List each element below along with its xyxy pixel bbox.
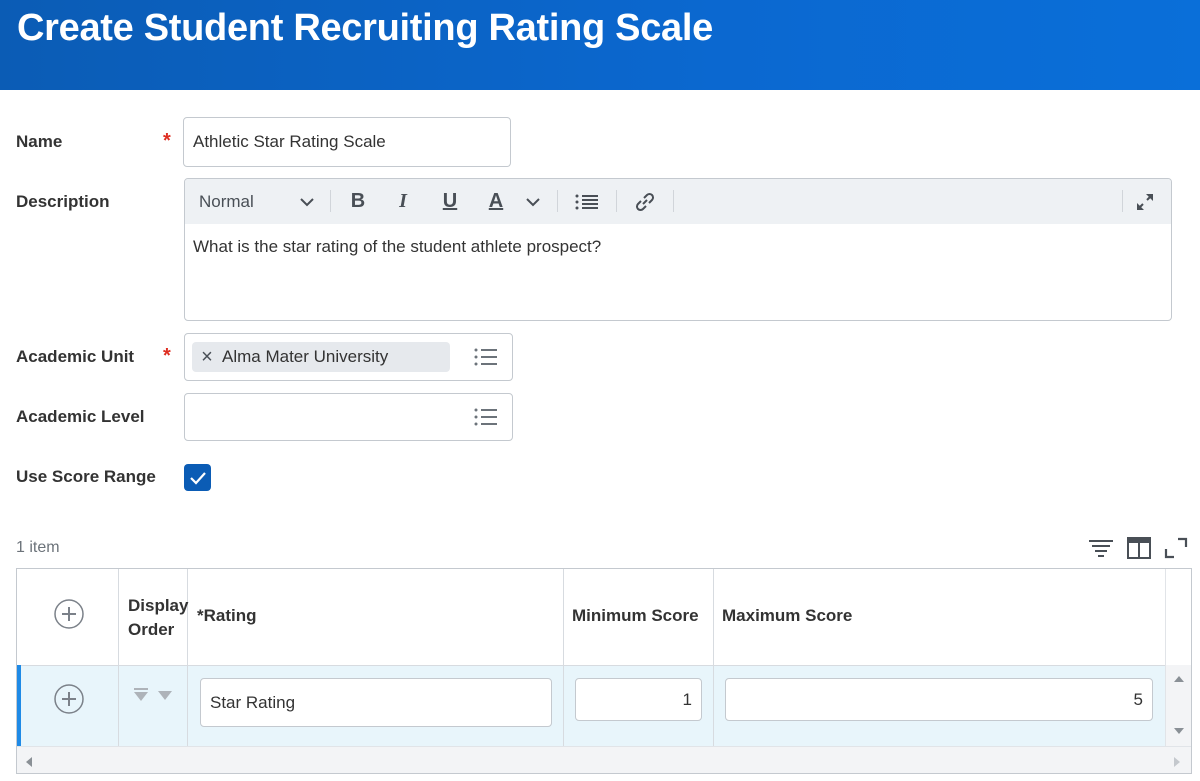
use-score-range-checkbox[interactable]	[184, 464, 211, 491]
required-mark: *	[163, 130, 171, 152]
header-scroll-corner	[1165, 569, 1191, 665]
column-header-minimum-score[interactable]: Minimum Score	[564, 569, 714, 665]
expand-icon	[1137, 193, 1153, 210]
display-order-line-1: Display	[128, 596, 189, 615]
use-score-range-label: Use Score Range	[16, 467, 156, 486]
vertical-scrollbar[interactable]	[1165, 665, 1191, 746]
maximum-score-input[interactable]: 5	[725, 678, 1153, 721]
row-order-cell	[119, 666, 188, 747]
maximum-score-value: 5	[1133, 689, 1143, 709]
name-field-value: Athletic Star Rating Scale	[193, 132, 386, 151]
row-add-cell	[17, 666, 119, 747]
scroll-down-icon[interactable]	[1173, 727, 1185, 735]
column-header-maximum-score[interactable]: Maximum Score	[714, 569, 1165, 665]
list-icon	[575, 194, 598, 209]
text-color-button[interactable]: A	[481, 179, 511, 224]
chevron-down-icon	[526, 197, 540, 206]
maximum-score-header-label: Maximum Score	[722, 606, 853, 625]
page-header: Create Student Recruiting Rating Scale	[0, 0, 1200, 90]
rating-input-value: Star Rating	[210, 692, 296, 712]
academic-unit-label: Academic Unit	[16, 347, 135, 366]
page-title: Create Student Recruiting Rating Scale	[17, 7, 713, 49]
text-style-select[interactable]: Normal	[193, 179, 314, 224]
bold-button[interactable]: B	[343, 179, 373, 224]
text-color-dropdown[interactable]	[521, 179, 545, 224]
move-down-icon[interactable]	[133, 688, 149, 702]
description-editor[interactable]: Normal B I U A What is the star rating o…	[184, 178, 1172, 321]
name-label: Name	[16, 132, 63, 151]
minimum-score-value: 1	[682, 689, 692, 709]
academic-unit-prompt[interactable]: × Alma Mater University	[184, 333, 513, 381]
link-icon	[635, 192, 655, 211]
description-text: What is the star rating of the student a…	[193, 237, 602, 256]
underline-button[interactable]: U	[435, 179, 465, 224]
minimum-score-input[interactable]: 1	[575, 678, 702, 721]
scroll-up-icon[interactable]	[1173, 675, 1185, 683]
header-add-cell	[17, 569, 119, 665]
editor-toolbar: Normal B I U A	[185, 179, 1171, 224]
required-mark: *	[163, 345, 171, 367]
rating-header-label: *Rating	[197, 606, 257, 625]
horizontal-scrollbar[interactable]	[17, 746, 1191, 773]
academic-level-label: Academic Level	[16, 407, 145, 426]
link-button[interactable]	[629, 179, 661, 224]
column-header-rating[interactable]: *Rating	[188, 569, 564, 665]
column-header-display-order: Display Order	[119, 569, 188, 665]
rating-grid: Display Order *Rating Minimum Score Maxi…	[16, 568, 1192, 774]
fullscreen-icon[interactable]	[1163, 536, 1189, 560]
filter-icon[interactable]	[1088, 536, 1114, 560]
academic-level-prompt[interactable]	[184, 393, 513, 441]
scroll-right-icon[interactable]	[1173, 756, 1181, 768]
description-label: Description	[16, 192, 110, 211]
remove-icon[interactable]: ×	[192, 346, 222, 369]
selected-item-label: Alma Mater University	[222, 347, 389, 366]
row-rating-cell: Star Rating	[188, 666, 564, 747]
item-count: 1 item	[16, 539, 60, 556]
minimum-score-header-label: Minimum Score	[572, 606, 699, 625]
chevron-down-icon	[300, 197, 314, 206]
add-row-icon[interactable]	[53, 598, 85, 630]
checkmark-icon	[189, 471, 206, 485]
row-maximum-score-cell: 5	[714, 666, 1165, 747]
display-order-line-2: Order	[128, 620, 175, 639]
add-row-icon[interactable]	[53, 683, 85, 715]
rating-input[interactable]: Star Rating	[200, 678, 552, 727]
row-minimum-score-cell: 1	[564, 666, 714, 747]
name-field[interactable]: Athletic Star Rating Scale	[183, 117, 511, 167]
selected-row-indicator	[17, 665, 21, 746]
prompt-list-icon[interactable]	[474, 407, 498, 427]
italic-button[interactable]: I	[388, 179, 418, 224]
expand-editor-button[interactable]	[1129, 179, 1161, 224]
prompt-list-icon[interactable]	[474, 347, 498, 367]
text-style-value: Normal	[199, 191, 254, 211]
selected-item-pill: × Alma Mater University	[192, 342, 450, 372]
bullet-list-button[interactable]	[571, 179, 603, 224]
scroll-left-icon[interactable]	[25, 756, 33, 768]
move-down-arrow-icon[interactable]	[157, 690, 173, 702]
column-layout-icon[interactable]	[1126, 536, 1152, 560]
table-row: Star Rating 1 5	[17, 665, 1165, 747]
